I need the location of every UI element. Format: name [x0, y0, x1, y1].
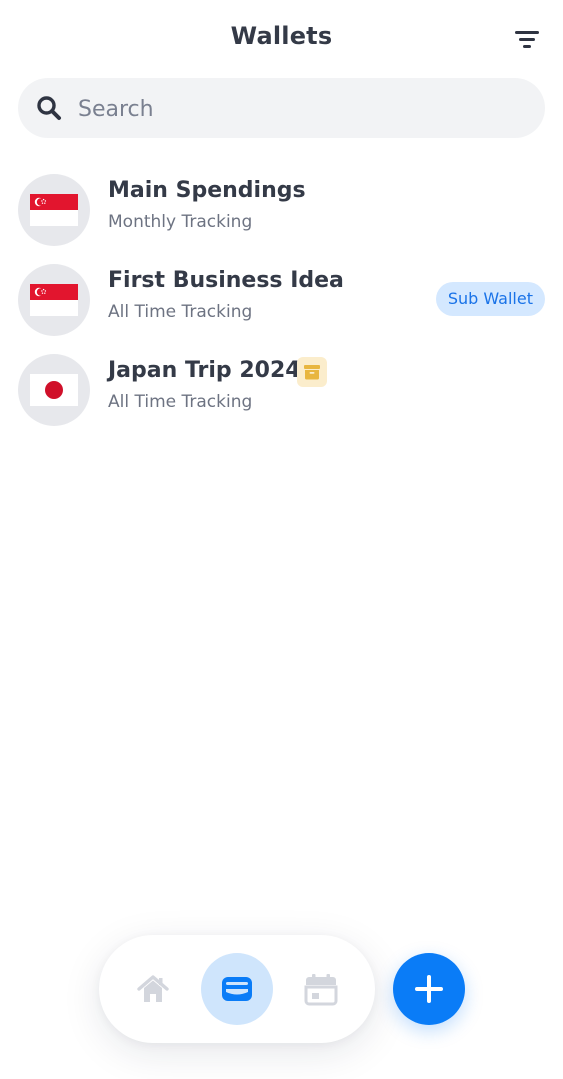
- header: Wallets: [0, 0, 563, 76]
- nav-calendar[interactable]: [285, 953, 357, 1025]
- singapore-flag-icon: [30, 284, 78, 316]
- search-input[interactable]: [76, 90, 520, 128]
- home-icon: [137, 975, 169, 1002]
- japan-flag-icon: [30, 374, 78, 406]
- wallet-avatar: [18, 264, 90, 336]
- nav-home[interactable]: [117, 953, 189, 1025]
- wallet-item-first-business-idea[interactable]: First Business Idea All Time Tracking Su…: [18, 264, 545, 336]
- wallet-name: Japan Trip 2024: [108, 358, 301, 383]
- page-title: Wallets: [230, 22, 333, 50]
- singapore-flag-icon: [30, 194, 78, 226]
- filter-button[interactable]: [510, 26, 544, 52]
- sub-wallet-badge: Sub Wallet: [435, 282, 545, 316]
- wallet-subtitle: All Time Tracking: [108, 392, 253, 412]
- calendar-icon: [304, 974, 338, 1006]
- wallet-subtitle: Monthly Tracking: [108, 212, 253, 232]
- nav-wallets[interactable]: [201, 953, 273, 1025]
- wallet-item-japan-trip-2024[interactable]: Japan Trip 2024 All Time Tracking: [18, 354, 545, 426]
- search-bar[interactable]: [18, 78, 545, 138]
- wallet-name: First Business Idea: [108, 268, 344, 293]
- bottom-nav: [99, 935, 375, 1043]
- filter-icon: [515, 31, 539, 34]
- add-button[interactable]: [393, 953, 465, 1025]
- wallet-subtitle: All Time Tracking: [108, 302, 253, 322]
- archive-icon: [297, 357, 327, 387]
- search-icon: [37, 96, 61, 120]
- wallet-name: Main Spendings: [108, 178, 306, 203]
- wallet-item-main-spendings[interactable]: Main Spendings Monthly Tracking: [18, 174, 545, 246]
- wallet-avatar: [18, 174, 90, 246]
- wallet-icon: [222, 977, 252, 1001]
- wallet-avatar: [18, 354, 90, 426]
